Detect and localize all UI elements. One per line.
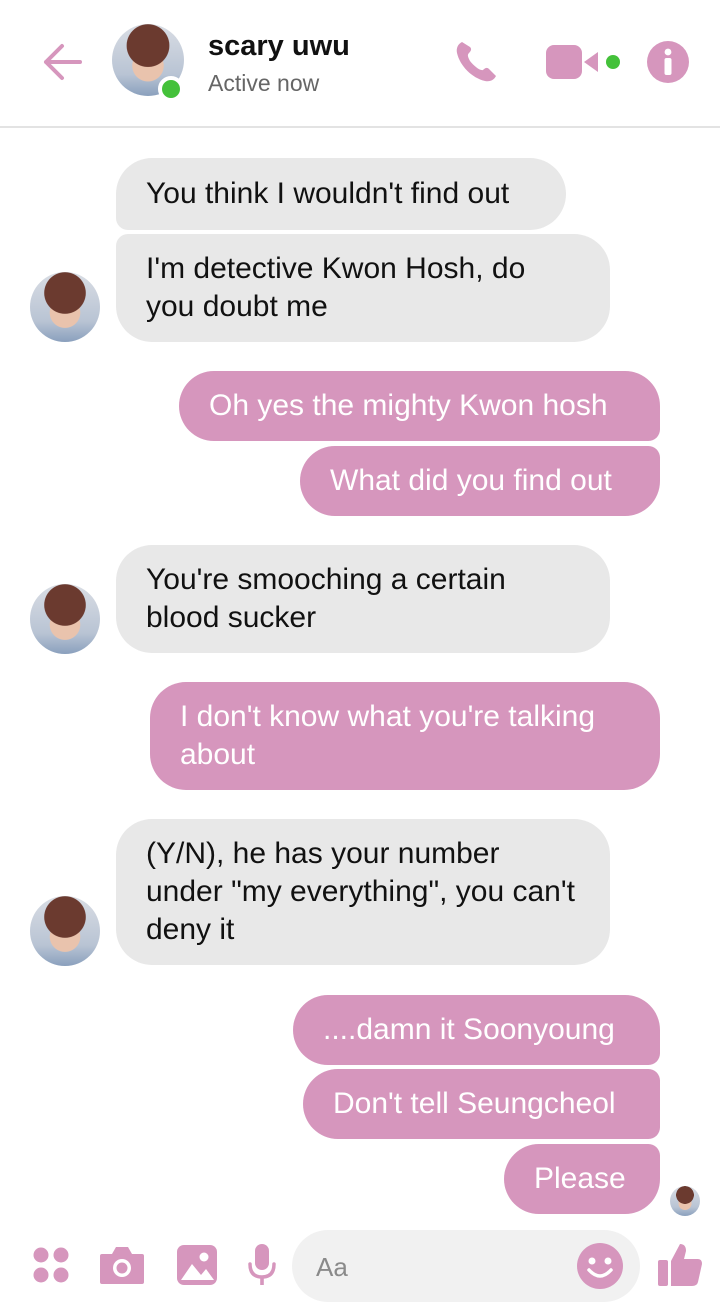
message-bubble-incoming[interactable]: You're smooching a certain blood sucker bbox=[116, 545, 610, 653]
message-text: You think I wouldn't find out bbox=[146, 177, 510, 210]
message-text: ....damn it Soonyoung bbox=[323, 1013, 615, 1046]
back-arrow-icon[interactable] bbox=[40, 40, 84, 84]
video-camera-icon[interactable] bbox=[544, 42, 626, 82]
emoji-icon[interactable] bbox=[576, 1242, 624, 1290]
message-bubble-incoming[interactable]: (Y/N), he has your number under "my ever… bbox=[116, 819, 610, 965]
message-input-placeholder: Aa bbox=[316, 1252, 348, 1282]
message-bubble-incoming[interactable]: You think I wouldn't find out bbox=[116, 158, 566, 230]
message-text: I don't know what you're talking about bbox=[180, 700, 596, 771]
message-text: Please bbox=[534, 1162, 626, 1195]
sender-avatar[interactable] bbox=[30, 272, 100, 342]
contact-name[interactable]: scary uwu bbox=[208, 30, 350, 63]
thumbs-up-icon[interactable] bbox=[656, 1240, 704, 1288]
message-text: You're smooching a certain blood sucker bbox=[146, 563, 506, 634]
message-bubble-outgoing[interactable]: What did you find out bbox=[300, 446, 660, 516]
message-bubble-outgoing[interactable]: Please bbox=[504, 1144, 660, 1214]
message-bubble-outgoing[interactable]: Oh yes the mighty Kwon hosh bbox=[179, 371, 660, 441]
info-icon[interactable] bbox=[646, 40, 690, 84]
message-text: Oh yes the mighty Kwon hosh bbox=[209, 389, 608, 422]
message-text: Don't tell Seungcheol bbox=[333, 1087, 616, 1120]
camera-icon[interactable] bbox=[98, 1244, 146, 1286]
read-receipt-avatar bbox=[670, 1186, 700, 1216]
online-status-dot bbox=[158, 76, 184, 102]
microphone-icon[interactable] bbox=[246, 1242, 278, 1288]
message-text: I'm detective Kwon Hosh, do you doubt me bbox=[146, 252, 526, 323]
message-bubble-outgoing[interactable]: I don't know what you're talking about bbox=[150, 682, 660, 790]
message-text: (Y/N), he has your number under "my ever… bbox=[146, 837, 575, 946]
apps-grid-icon[interactable] bbox=[32, 1246, 70, 1284]
message-input[interactable]: Aa bbox=[292, 1230, 640, 1302]
message-text: What did you find out bbox=[330, 464, 612, 497]
sender-avatar[interactable] bbox=[30, 896, 100, 966]
message-bubble-outgoing[interactable]: ....damn it Soonyoung bbox=[293, 995, 660, 1065]
sender-avatar[interactable] bbox=[30, 584, 100, 654]
message-bubble-outgoing[interactable]: Don't tell Seungcheol bbox=[303, 1069, 660, 1139]
active-status: Active now bbox=[208, 70, 320, 96]
phone-icon[interactable] bbox=[452, 38, 500, 86]
message-bubble-incoming[interactable]: I'm detective Kwon Hosh, do you doubt me bbox=[116, 234, 610, 342]
gallery-icon[interactable] bbox=[176, 1244, 218, 1286]
chat-header: scary uwu Active now bbox=[0, 0, 720, 128]
